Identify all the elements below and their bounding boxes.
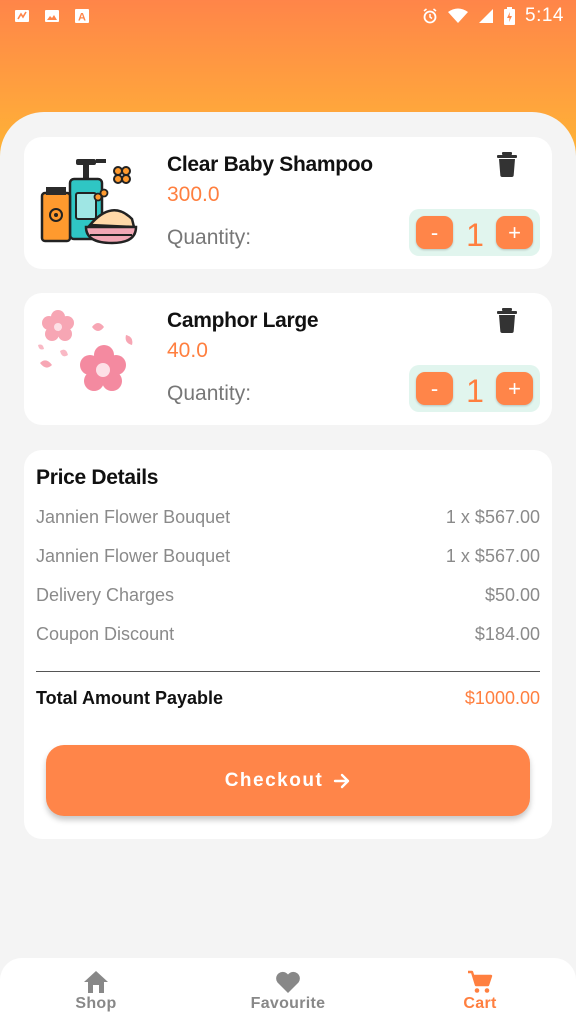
home-icon <box>84 971 108 993</box>
quantity-value: 1 <box>466 373 484 409</box>
wifi-icon <box>448 8 469 23</box>
decrease-quantity-button[interactable]: - <box>416 216 453 249</box>
quantity-label: Quantity: <box>167 226 252 249</box>
image-icon <box>45 10 59 22</box>
quantity-value: 1 <box>466 217 484 253</box>
status-time: 5:14 <box>525 5 564 26</box>
price-row-label: Coupon Discount <box>36 624 175 644</box>
product-name: Clear Baby Shampoo <box>167 153 373 176</box>
shampoo-cosmetics-icon <box>40 159 138 245</box>
product-price: 300.0 <box>167 183 220 206</box>
increase-quantity-button[interactable]: + <box>496 372 533 405</box>
price-row: Jannien Flower Bouquet 1 x $567.00 <box>36 546 540 570</box>
divider <box>36 671 540 672</box>
nav-item-cart[interactable]: Cart <box>384 958 576 1024</box>
signal-icon <box>479 9 494 23</box>
trash-icon[interactable] <box>496 151 518 177</box>
status-bar: A 5:14 <box>0 0 576 32</box>
nav-item-shop[interactable]: Shop <box>0 958 192 1024</box>
price-row-value: $184.00 <box>474 624 540 644</box>
cart-item-card: Clear Baby Shampoo 300.0 Quantity: - 1 + <box>24 137 552 269</box>
alarm-icon <box>423 8 437 24</box>
product-price: 40.0 <box>167 339 208 362</box>
nav-item-favourite[interactable]: Favourite <box>192 958 384 1024</box>
nav-label: Shop <box>75 995 117 1012</box>
notification-icon <box>15 10 29 22</box>
decrease-quantity-button[interactable]: - <box>416 372 453 405</box>
increase-quantity-button[interactable]: + <box>496 216 533 249</box>
heart-icon <box>276 971 300 993</box>
price-row-value: 1 x $567.00 <box>445 507 540 527</box>
price-row-label: Jannien Flower Bouquet <box>36 507 231 527</box>
checkout-label: Checkout <box>224 769 324 791</box>
total-label: Total Amount Payable <box>36 688 224 708</box>
price-row: Coupon Discount $184.00 <box>36 624 540 648</box>
quantity-label: Quantity: <box>167 382 252 405</box>
price-row: Delivery Charges $50.00 <box>36 585 540 609</box>
price-details-title: Price Details <box>36 466 159 489</box>
nav-label: Favourite <box>250 995 326 1012</box>
price-details-card: Price Details Jannien Flower Bouquet 1 x… <box>24 450 552 839</box>
cart-item-card: Camphor Large 40.0 Quantity: - 1 + <box>24 293 552 425</box>
price-row-value: 1 x $567.00 <box>445 546 540 566</box>
cart-icon <box>468 970 493 993</box>
product-name: Camphor Large <box>167 309 319 332</box>
arrow-right-icon <box>334 773 350 788</box>
price-row-label: Delivery Charges <box>36 585 175 605</box>
bottom-navigation: Shop Favourite Cart <box>0 958 576 1024</box>
checkout-button[interactable]: Checkout <box>46 745 530 816</box>
svg-text:A: A <box>78 12 86 24</box>
price-row: Jannien Flower Bouquet 1 x $567.00 <box>36 507 540 531</box>
trash-icon[interactable] <box>496 307 518 333</box>
price-row-value: $50.00 <box>484 585 540 605</box>
a-icon: A <box>75 9 89 24</box>
total-value: $1000.00 <box>464 688 540 708</box>
quantity-stepper: - 1 + <box>409 365 540 412</box>
price-row-label: Jannien Flower Bouquet <box>36 546 231 566</box>
battery-icon <box>504 7 516 25</box>
quantity-stepper: - 1 + <box>409 209 540 256</box>
pink-flowers-icon <box>38 310 133 391</box>
nav-label: Cart <box>463 995 497 1012</box>
